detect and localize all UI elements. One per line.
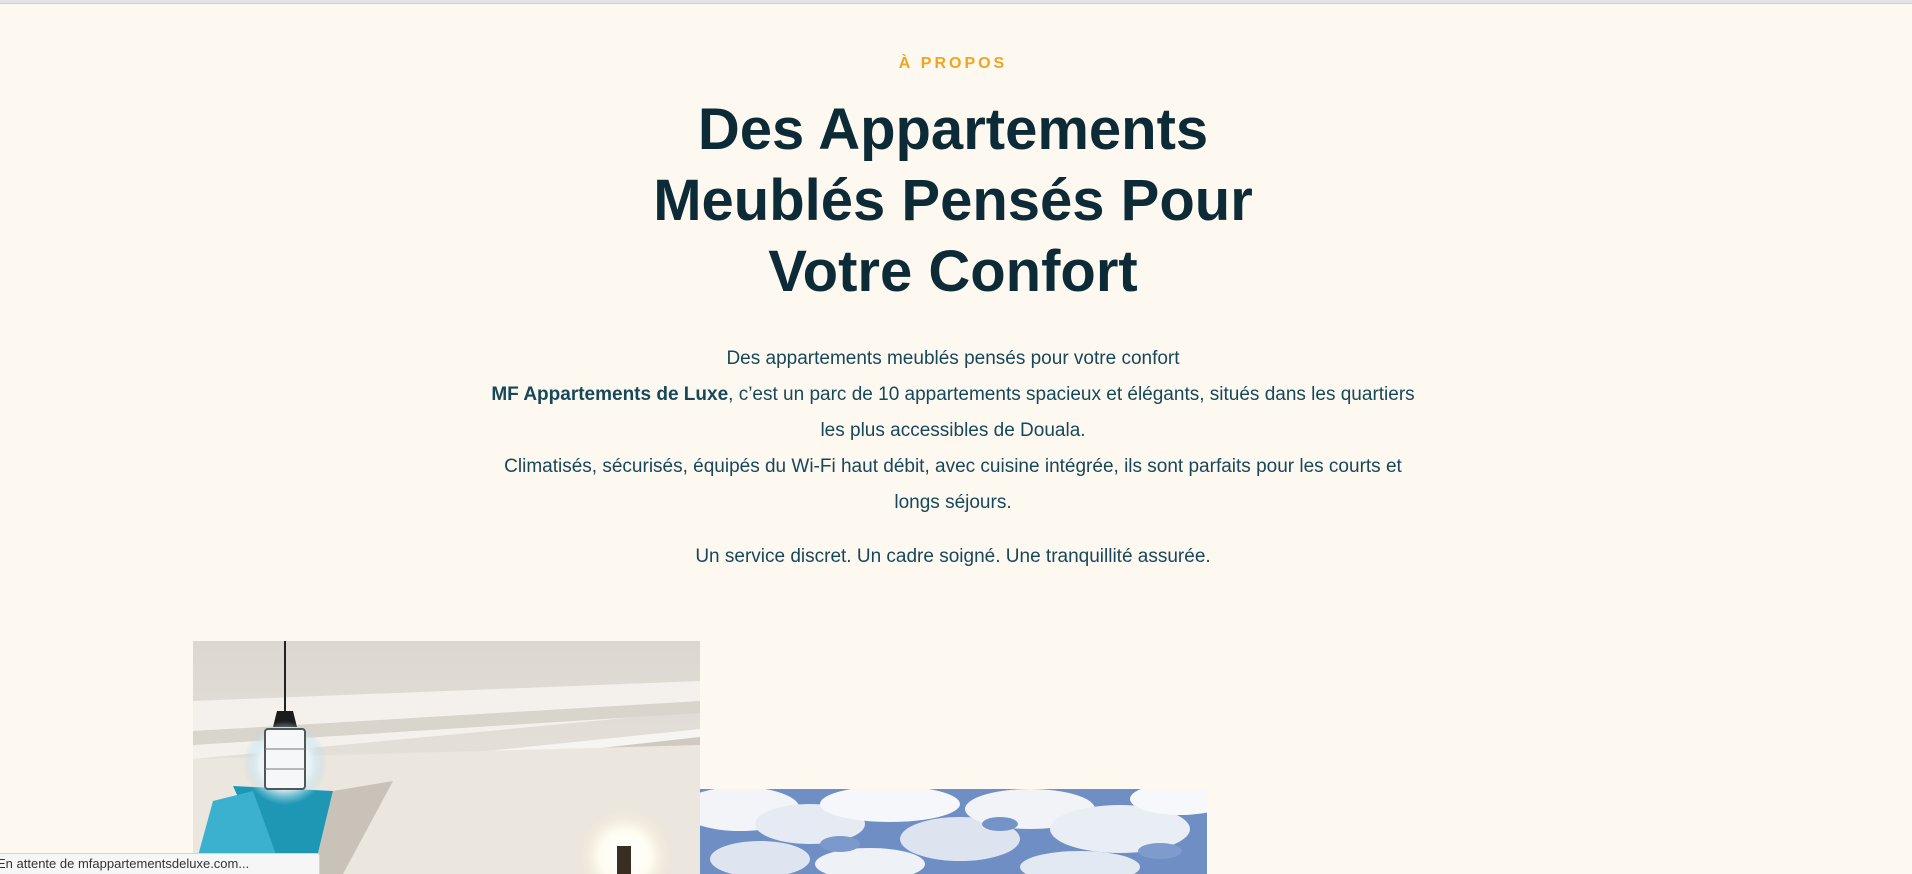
section-eyebrow: À PROPOS: [898, 55, 1008, 72]
title-line-2: Meublés Pensés Pour: [653, 168, 1253, 233]
browser-status-bar: En attente de mfappartementsdeluxe.com..…: [0, 853, 320, 874]
amenities-line-2: longs séjours.: [894, 492, 1012, 513]
intro-line: Des appartements meublés pensés pour vot…: [726, 348, 1180, 369]
top-divider: [0, 0, 1912, 4]
amenities-line-1: Climatisés, sécurisés, équipés du Wi-Fi …: [504, 456, 1402, 477]
about-paragraph: Des appartements meublés pensés pour vot…: [453, 341, 1453, 521]
apartment-interior-photo: [193, 641, 700, 874]
description-line-1: MF Appartements de Luxe, c’est un parc d…: [453, 377, 1453, 413]
tagline: Un service discret. Un cadre soigné. Une…: [695, 546, 1211, 567]
title-line-1: Des Appartements: [697, 97, 1209, 162]
description-text-1: , c’est un parc de 10 appartements spaci…: [728, 384, 1415, 405]
section-title: Des Appartements Meublés Pensés Pour Vot…: [553, 94, 1353, 307]
description-line-2: les plus accessibles de Douala.: [820, 420, 1086, 441]
about-text: Des appartements meublés pensés pour vot…: [453, 341, 1453, 575]
cloudy-sky-photo: [700, 789, 1207, 874]
brand-name: MF Appartements de Luxe: [491, 384, 729, 405]
title-line-3: Votre Confort: [768, 239, 1138, 304]
